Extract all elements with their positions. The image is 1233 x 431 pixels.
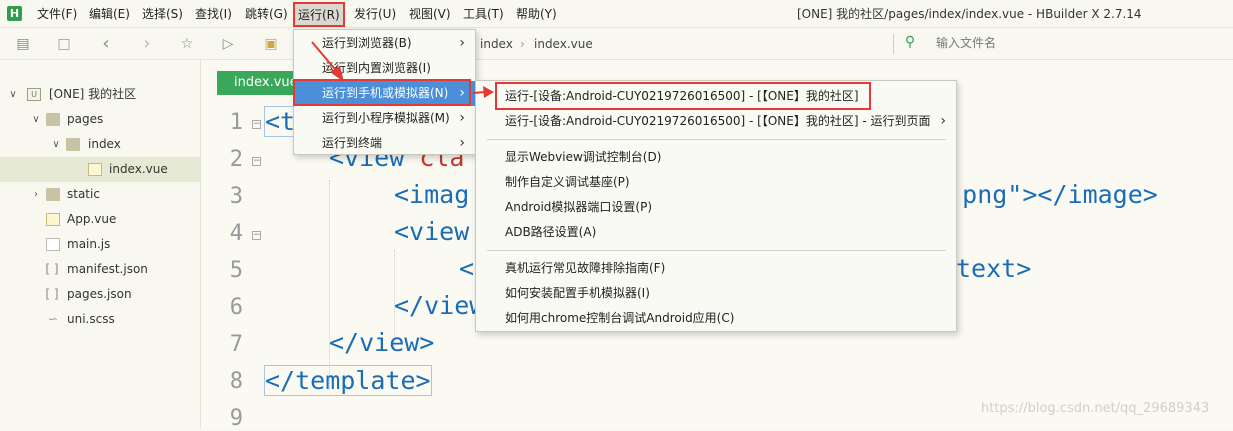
annotation-arrow-icon [311,41,344,82]
annotation-arrows [311,41,494,98]
annotation-arrow-icon [472,86,494,98]
watermark: https://blog.csdn.net/qq_29689343 [981,401,1210,416]
